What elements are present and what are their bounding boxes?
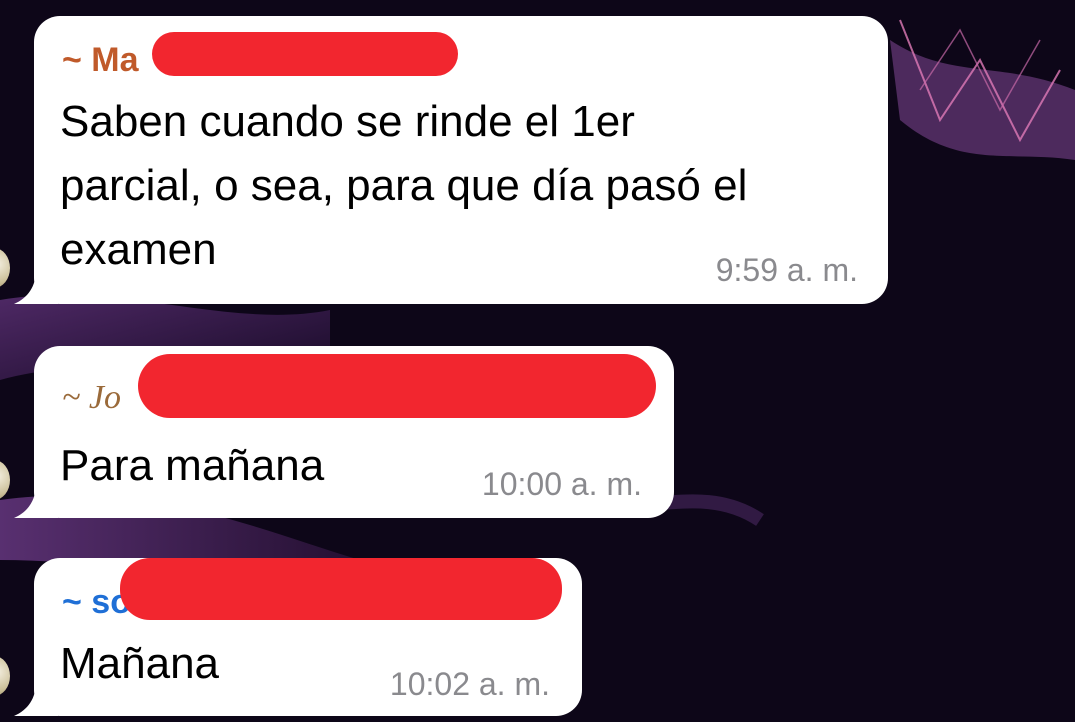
message-timestamp: 10:02 a. m. [389,666,550,702]
sender-name[interactable]: ~ Jo [62,378,121,418]
message-timestamp: 9:59 a. m. [715,252,858,288]
message-text: Mañana [60,639,220,688]
redacted-name [138,354,656,418]
bubble-tail [14,682,58,716]
sender-name[interactable]: ~ Ma [62,40,139,80]
bubble-tail [14,484,58,518]
redacted-name [152,32,458,76]
message-bubble[interactable]: ~ Jo Para mañana 10:00 a. m. [14,346,674,518]
message-timestamp: 10:00 a. m. [481,466,642,502]
redacted-name [120,558,562,620]
message-bubble[interactable]: ~ Ma Saben cuando se rinde el 1er parcia… [14,16,888,304]
message-text: Para mañana [60,441,325,490]
message-bubble[interactable]: ~ so Mañana 10:02 a. m. [14,558,582,716]
bubble-tail [14,270,58,304]
